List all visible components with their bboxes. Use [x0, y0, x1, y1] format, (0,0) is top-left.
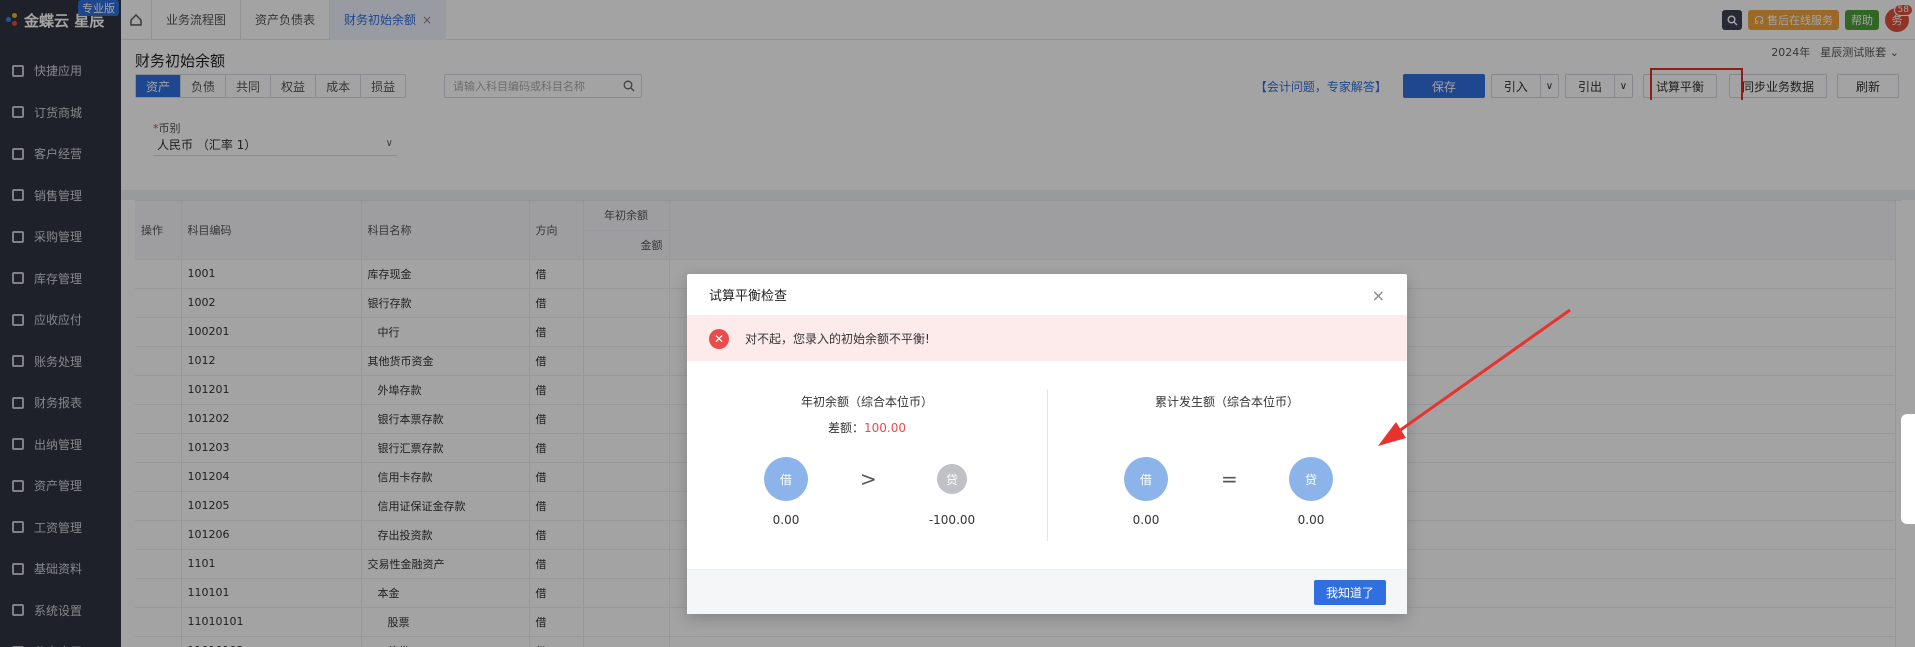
cumulative-amount-heading: 累计发生额（综合本位币） — [1154, 395, 1299, 409]
credit-badge: 贷 — [937, 464, 967, 494]
error-alert: ✕ 对不起，您录入的初始余额不平衡! — [687, 316, 1407, 361]
comparison-operator: > — [860, 467, 877, 491]
debit-value: 0.00 — [1132, 513, 1160, 527]
comparison-operator: = — [1221, 467, 1238, 491]
balance-panels: 年初余额（综合本位币） 差额：100.00 借 > 贷 0.00 -100.00… — [687, 361, 1407, 569]
credit-value: 0.00 — [1297, 513, 1325, 527]
debit-badge: 借 — [764, 457, 808, 501]
difference-value: 100.00 — [864, 421, 906, 435]
trial-balance-dialog: 试算平衡检查 × ✕ 对不起，您录入的初始余额不平衡! 年初余额（综合本位币） … — [687, 274, 1407, 614]
opening-balance-panel: 年初余额（综合本位币） 差额：100.00 借 > 贷 0.00 -100.00 — [687, 361, 1047, 569]
cumulative-amount-panel: 累计发生额（综合本位币） 借 = 贷 0.00 0.00 — [1047, 361, 1407, 569]
annotation-arrow — [1378, 308, 1571, 446]
dialog-title: 试算平衡检查 — [687, 274, 1407, 316]
floating-side-panel[interactable] — [1901, 414, 1915, 524]
opening-balance-heading: 年初余额（综合本位币） — [800, 395, 933, 409]
difference: 差额：100.00 — [687, 419, 1047, 436]
debit-value: 0.00 — [772, 513, 800, 527]
acknowledge-button[interactable]: 我知道了 — [1313, 580, 1386, 605]
error-icon: ✕ — [709, 328, 729, 349]
credit-value: -100.00 — [928, 513, 976, 527]
alert-message: 对不起，您录入的初始余额不平衡! — [745, 332, 930, 346]
dialog-footer: 我知道了 — [687, 569, 1407, 614]
credit-badge: 贷 — [1289, 457, 1333, 501]
debit-badge: 借 — [1124, 457, 1168, 501]
difference-label: 差额： — [827, 421, 864, 435]
